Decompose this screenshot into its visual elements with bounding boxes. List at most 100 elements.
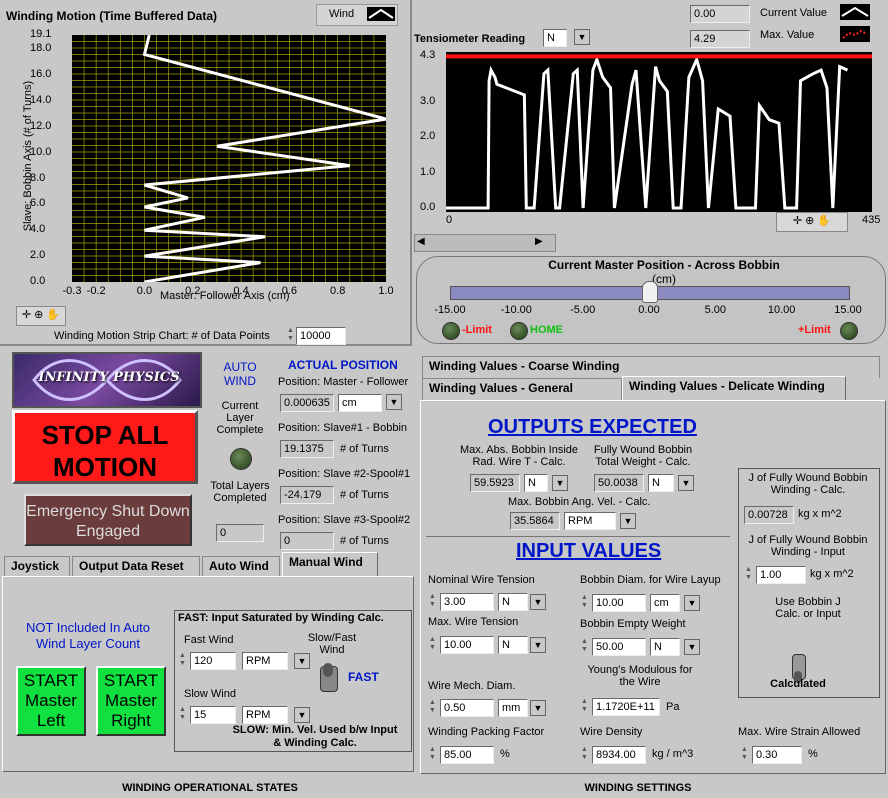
- nom-tension-unit-dropdown[interactable]: ▼: [530, 594, 546, 610]
- fast-wind-unit[interactable]: RPM: [242, 652, 288, 670]
- density-label: Wire Density: [580, 726, 643, 738]
- bobbin-diam-unit-dropdown[interactable]: ▼: [684, 595, 700, 611]
- density-unit: kg / m^3: [652, 748, 694, 760]
- j-input-value[interactable]: 1.00: [756, 566, 806, 584]
- full-weight-unit[interactable]: N: [648, 474, 674, 492]
- slow-wind-label: Slow Wind: [184, 688, 236, 700]
- bobbin-diam-spinner[interactable]: ▲ ▼: [580, 594, 589, 612]
- tab-joystick[interactable]: Joystick: [4, 556, 70, 576]
- max-tension-unit[interactable]: N: [498, 636, 528, 654]
- max-abs-label: Max. Abs. Bobbin Inside Rad. Wire T - Ca…: [459, 444, 578, 468]
- strain-spinner[interactable]: ▲ ▼: [740, 746, 749, 764]
- max-abs-unit[interactable]: N: [524, 474, 548, 492]
- empty-weight-spinner[interactable]: ▲ ▼: [580, 638, 589, 656]
- youngs-input[interactable]: 1.1720E+11: [592, 698, 660, 716]
- start-master-left-button[interactable]: START Master Left: [16, 666, 86, 736]
- ang-vel-unit[interactable]: RPM: [564, 512, 616, 530]
- tab-auto-wind[interactable]: Auto Wind: [202, 556, 280, 576]
- mech-diam-unit[interactable]: mm: [498, 699, 528, 717]
- packing-unit: %: [500, 748, 510, 760]
- pos-master-unit-dropdown[interactable]: ▼: [386, 394, 402, 410]
- slowfast-toggle[interactable]: [320, 663, 338, 692]
- stop-all-motion-button[interactable]: STOP ALL MOTION: [12, 410, 198, 484]
- ang-vel-unit-dropdown[interactable]: ▼: [620, 513, 636, 529]
- fast-wind-input[interactable]: 120: [190, 652, 236, 670]
- pos-master-unit[interactable]: cm: [338, 394, 382, 412]
- current-value-label: Current Value: [760, 7, 828, 19]
- density-input[interactable]: 8934.00: [592, 746, 646, 764]
- tension-unit-select[interactable]: N: [543, 29, 567, 47]
- density-spinner[interactable]: ▲ ▼: [580, 746, 589, 764]
- tab-delicate-winding[interactable]: Winding Values - Delicate Winding: [622, 376, 846, 400]
- slow-wind-unit-dropdown[interactable]: ▼: [294, 707, 310, 723]
- packing-input[interactable]: 85.00: [440, 746, 494, 764]
- auto-wind-heading: AUTO WIND: [223, 360, 257, 388]
- master-position-tick: 15.00: [834, 304, 862, 316]
- full-weight-unit-dropdown[interactable]: ▼: [678, 475, 694, 491]
- actual-position-heading: ACTUAL POSITION: [288, 358, 398, 372]
- tab-output-data-reset[interactable]: Output Data Reset: [72, 556, 200, 576]
- winding-legend[interactable]: Wind: [316, 4, 398, 26]
- mech-diam-spinner[interactable]: ▲ ▼: [428, 699, 437, 717]
- settings-footer: WINDING SETTINGS: [584, 782, 692, 794]
- nom-tension-input[interactable]: 3.00: [440, 593, 494, 611]
- winding-y-tick: 12.0: [30, 119, 52, 132]
- bobbin-diam-unit[interactable]: cm: [650, 594, 680, 612]
- packing-spinner[interactable]: ▲ ▼: [428, 746, 437, 764]
- max-tension-input[interactable]: 10.00: [440, 636, 494, 654]
- use-j-label: Use Bobbin J Calc. or Input: [775, 596, 841, 620]
- tab-general[interactable]: Winding Values - General: [422, 378, 622, 400]
- ang-vel-value: 35.5864: [510, 512, 560, 530]
- use-j-state: Calculated: [770, 678, 826, 690]
- max-abs-unit-dropdown[interactable]: ▼: [552, 475, 568, 491]
- use-j-toggle[interactable]: [792, 654, 806, 683]
- mech-diam-input[interactable]: 0.50: [440, 699, 494, 717]
- winding-y-tick: 2.0: [30, 249, 46, 262]
- strip-points-spinner[interactable]: ▲ ▼: [286, 327, 295, 345]
- fast-wind-spinner[interactable]: ▲ ▼: [178, 652, 187, 670]
- strip-points-input[interactable]: 10000: [296, 327, 346, 345]
- max-tension-unit-dropdown[interactable]: ▼: [530, 637, 546, 653]
- empty-weight-input[interactable]: 50.00: [592, 638, 646, 656]
- max-tension-spinner[interactable]: ▲ ▼: [428, 636, 437, 654]
- strain-input[interactable]: 0.30: [752, 746, 802, 764]
- emergency-label: Emergency Shut Down Engaged: [26, 503, 190, 540]
- j-input-spinner[interactable]: ▲ ▼: [744, 566, 753, 584]
- start-master-right-button[interactable]: START Master Right: [96, 666, 166, 736]
- empty-weight-unit[interactable]: N: [650, 638, 680, 656]
- winding-x-tick: 0.8: [330, 285, 346, 297]
- slow-wind-spinner[interactable]: ▲ ▼: [178, 706, 187, 724]
- winding-graph-tools[interactable]: ✛ ⊕ ✋: [16, 306, 66, 326]
- tab-manual-wind[interactable]: Manual Wind: [282, 552, 378, 576]
- scroll-left-arrow[interactable]: ◀: [417, 236, 425, 247]
- slow-wind-input[interactable]: 15: [190, 706, 236, 724]
- strain-label: Max. Wire Strain Allowed: [738, 726, 861, 738]
- tab-coarse-winding[interactable]: Winding Values - Coarse Winding: [422, 356, 880, 378]
- winding-xlabel: Master: Follower Axis (cm): [160, 290, 290, 302]
- settings-panel: Winding Values - Coarse Winding Winding …: [418, 348, 888, 798]
- youngs-spinner[interactable]: ▲ ▼: [580, 698, 589, 716]
- tension-scrollbar[interactable]: ◀ ▶: [414, 234, 556, 252]
- master-position-thumb[interactable]: [642, 281, 658, 303]
- emergency-shutdown-button[interactable]: Emergency Shut Down Engaged: [24, 494, 192, 546]
- bobbin-diam-input[interactable]: 10.00: [592, 594, 646, 612]
- nom-tension-spinner[interactable]: ▲ ▼: [428, 593, 437, 611]
- winding-y-tick: 14.0: [30, 93, 52, 106]
- slave2-value: -24.179: [280, 486, 334, 504]
- nom-tension-unit[interactable]: N: [498, 593, 528, 611]
- max-abs-value: 59.5923: [470, 474, 520, 492]
- bobbin-diam-label: Bobbin Diam. for Wire Layup: [580, 574, 721, 586]
- tension-unit-dropdown[interactable]: ▼: [574, 29, 590, 45]
- current-layer-label: Current Layer Complete: [216, 400, 264, 436]
- slave3-unit: # of Turns: [340, 535, 389, 547]
- slow-wind-unit[interactable]: RPM: [242, 706, 288, 724]
- tension-graph-tools[interactable]: ✛ ⊕ ✋: [776, 212, 848, 232]
- empty-weight-unit-dropdown[interactable]: ▼: [684, 639, 700, 655]
- slave1-label: Position: Slave#1 - Bobbin: [278, 422, 408, 434]
- winding-chart-title: Winding Motion (Time Buffered Data): [6, 9, 217, 23]
- scroll-right-arrow[interactable]: ▶: [535, 236, 543, 247]
- logo-text: INFINITY PHYSICS: [38, 370, 180, 385]
- slave2-unit: # of Turns: [340, 489, 389, 501]
- mech-diam-unit-dropdown[interactable]: ▼: [530, 700, 546, 716]
- pos-master-value: 0.000635: [280, 394, 334, 412]
